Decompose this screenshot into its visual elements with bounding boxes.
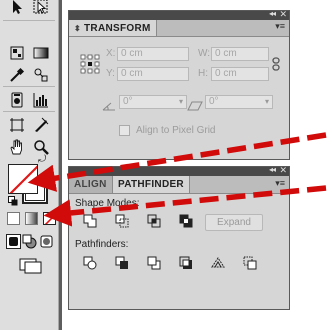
tool-row <box>6 114 56 136</box>
constrain-proportions-link-icon[interactable] <box>272 57 280 71</box>
tab-pathfinder-label: PATHFINDER <box>118 179 184 190</box>
draw-inside-icon[interactable] <box>39 234 54 249</box>
align-to-pixel-grid-label: Align to Pixel Grid <box>136 125 216 136</box>
panel-topbar: ◂◂ ✕ <box>69 165 289 176</box>
divider <box>3 20 55 21</box>
h-label: H: <box>198 68 208 79</box>
tab-transform-label: TRANSFORM <box>84 22 151 34</box>
close-icon[interactable]: ✕ <box>279 9 286 20</box>
trim-icon[interactable] <box>113 255 131 271</box>
tool-row <box>6 0 56 18</box>
reference-point-icon[interactable] <box>80 54 100 74</box>
screen-mode-icon[interactable] <box>19 258 43 274</box>
none-slash-icon <box>9 165 37 193</box>
w-field[interactable]: 0 cm <box>211 47 269 61</box>
x-field[interactable]: 0 cm <box>117 47 189 61</box>
divider <box>3 86 55 87</box>
symbol-tool-icon[interactable] <box>6 89 28 111</box>
tools-panel-body: ⤾ <box>0 0 59 330</box>
rotate-field[interactable]: 0° ▾ <box>119 95 187 109</box>
expand-button[interactable]: Expand <box>205 214 263 231</box>
merge-icon[interactable] <box>145 255 163 271</box>
panel-topbar: ◂◂ ✕ <box>69 9 289 20</box>
none-slash-icon <box>44 214 55 224</box>
swap-fill-stroke-icon[interactable]: ⤾ <box>38 154 46 165</box>
intersect-icon[interactable] <box>145 213 163 229</box>
x-label: X: <box>106 48 116 59</box>
shear-field[interactable]: 0° ▾ <box>205 95 273 109</box>
tab-align[interactable]: ALIGN <box>69 176 113 193</box>
w-label: W: <box>198 48 211 59</box>
y-label: Y: <box>106 68 115 79</box>
align-to-pixel-grid-checkbox[interactable] <box>119 125 130 136</box>
tool-row <box>6 89 56 111</box>
minus-back-icon[interactable] <box>241 255 259 271</box>
pathfinders-label: Pathfinders: <box>75 239 129 250</box>
unite-icon[interactable] <box>81 213 99 229</box>
slice-tool-icon[interactable] <box>30 114 52 136</box>
artboard-tool-icon[interactable] <box>6 114 28 136</box>
draw-behind-icon[interactable] <box>22 234 37 249</box>
symbol-sprayer-tool-icon[interactable] <box>6 42 28 64</box>
collapse-icon[interactable]: ◂◂ <box>269 165 276 174</box>
fill-swatch-none[interactable] <box>8 164 38 194</box>
tool-row <box>6 136 56 158</box>
collapse-icon[interactable]: ◂◂ <box>269 9 276 18</box>
h-field[interactable]: 0 cm <box>211 67 269 81</box>
tools-panel: ⤾ <box>0 0 62 330</box>
selection-tool-icon[interactable] <box>6 0 28 18</box>
direct-selection-tool-icon[interactable] <box>30 0 52 18</box>
close-icon[interactable]: ✕ <box>279 165 286 176</box>
gradient-tool-icon[interactable] <box>30 42 52 64</box>
tab-transform[interactable]: ⬍ TRANSFORM <box>69 20 157 36</box>
default-fill-stroke-icon[interactable] <box>8 196 18 206</box>
tool-row <box>6 42 56 64</box>
eyedropper-tool-icon[interactable] <box>6 64 28 86</box>
shape-modes-label: Shape Modes: <box>75 198 140 209</box>
pathfinder-tabbar: ALIGN PATHFINDER ▾≡ <box>69 176 289 194</box>
y-field[interactable]: 0 cm <box>117 67 189 81</box>
transform-tabbar: ⬍ TRANSFORM ▾≡ <box>69 20 289 37</box>
panel-menu-icon[interactable]: ▾≡ <box>275 178 285 189</box>
divide-icon[interactable] <box>81 255 99 271</box>
gradient-button[interactable] <box>25 212 38 225</box>
divider <box>3 111 55 112</box>
tab-toggle-icon: ⬍ <box>74 23 82 33</box>
dropdown-arrow-icon: ▾ <box>264 97 269 106</box>
outline-icon[interactable] <box>209 255 227 271</box>
tab-pathfinder[interactable]: PATHFINDER <box>113 176 190 193</box>
blend-tool-icon[interactable] <box>30 64 52 86</box>
rotate-icon <box>102 98 116 111</box>
panel-menu-icon[interactable]: ▾≡ <box>275 21 285 32</box>
none-button[interactable] <box>43 212 56 225</box>
shear-icon <box>187 98 203 111</box>
hand-tool-icon[interactable] <box>6 136 28 158</box>
color-button[interactable] <box>7 212 20 225</box>
exclude-icon[interactable] <box>177 213 195 229</box>
tool-row <box>6 64 56 86</box>
crop-icon[interactable] <box>177 255 195 271</box>
pathfinder-panel: ◂◂ ✕ ALIGN PATHFINDER ▾≡ Shape Modes: Ex… <box>68 165 290 310</box>
tab-align-label: ALIGN <box>74 179 107 190</box>
dropdown-arrow-icon: ▾ <box>178 97 183 106</box>
rotate-value: 0° <box>123 96 133 107</box>
draw-normal-icon[interactable] <box>6 234 21 249</box>
transform-panel: ◂◂ ✕ ⬍ TRANSFORM ▾≡ X: 0 cm Y: 0 cm W: 0… <box>68 9 290 160</box>
minus-front-icon[interactable] <box>113 213 131 229</box>
shear-value: 0° <box>209 96 219 107</box>
graph-tool-icon[interactable] <box>30 89 52 111</box>
